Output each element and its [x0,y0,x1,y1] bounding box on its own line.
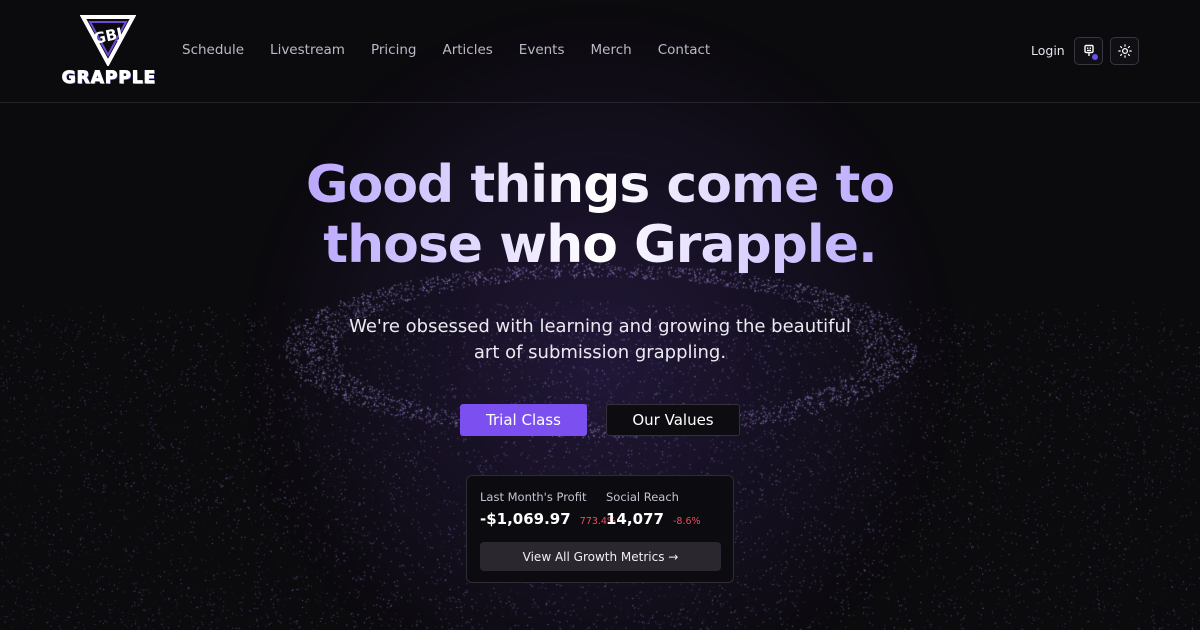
site-header: GBJ GRAPPLE Schedule Livestream Pricing … [0,0,1200,103]
hero-title: Good things come to those who Grapple. [0,155,1200,275]
profit-metric: Last Month's Profit -$1,069.97 773.4% [480,490,616,528]
nav-events[interactable]: Events [519,42,565,58]
our-values-button[interactable]: Our Values [606,404,740,436]
login-link[interactable]: Login [1031,43,1065,58]
profit-value: -$1,069.97 [480,510,571,528]
nav-articles[interactable]: Articles [442,42,492,58]
keyboard-button[interactable] [1074,37,1103,65]
nav-contact[interactable]: Contact [658,42,711,58]
page: GBJ GRAPPLE Schedule Livestream Pricing … [0,0,1200,630]
main-nav: Schedule Livestream Pricing Articles Eve… [182,42,736,58]
reach-value: 14,077 [606,510,664,528]
reach-metric: Social Reach 14,077 -8.6% [606,490,701,528]
profit-label: Last Month's Profit [480,490,587,504]
hero-title-line-2: those who Grapple. [0,215,1200,275]
nav-schedule[interactable]: Schedule [182,42,244,58]
logo-mark-icon: GBJ [80,15,136,66]
theme-toggle-button[interactable] [1110,37,1139,65]
hero-subtitle-line-1: We're obsessed with learning and growing… [349,316,851,337]
trial-class-button[interactable]: Trial Class [460,404,587,436]
nav-merch[interactable]: Merch [591,42,632,58]
hero-title-line-1: Good things come to [0,155,1200,215]
nav-pricing[interactable]: Pricing [371,42,417,58]
notification-dot [1092,54,1098,60]
logo-text: GRAPPLE [61,68,157,89]
nav-livestream[interactable]: Livestream [270,42,345,58]
view-growth-metrics-button[interactable]: View All Growth Metrics → [480,542,721,571]
metrics-card: Last Month's Profit -$1,069.97 773.4% So… [466,475,734,583]
sun-icon [1117,44,1132,58]
hero-subtitle-line-2: art of submission grappling. [473,342,727,363]
hero-subtitle: We're obsessed with learning and growing… [300,314,900,366]
reach-label: Social Reach [606,490,679,504]
reach-change: -8.6% [672,516,701,527]
logo[interactable]: GBJ GRAPPLE [58,14,160,90]
